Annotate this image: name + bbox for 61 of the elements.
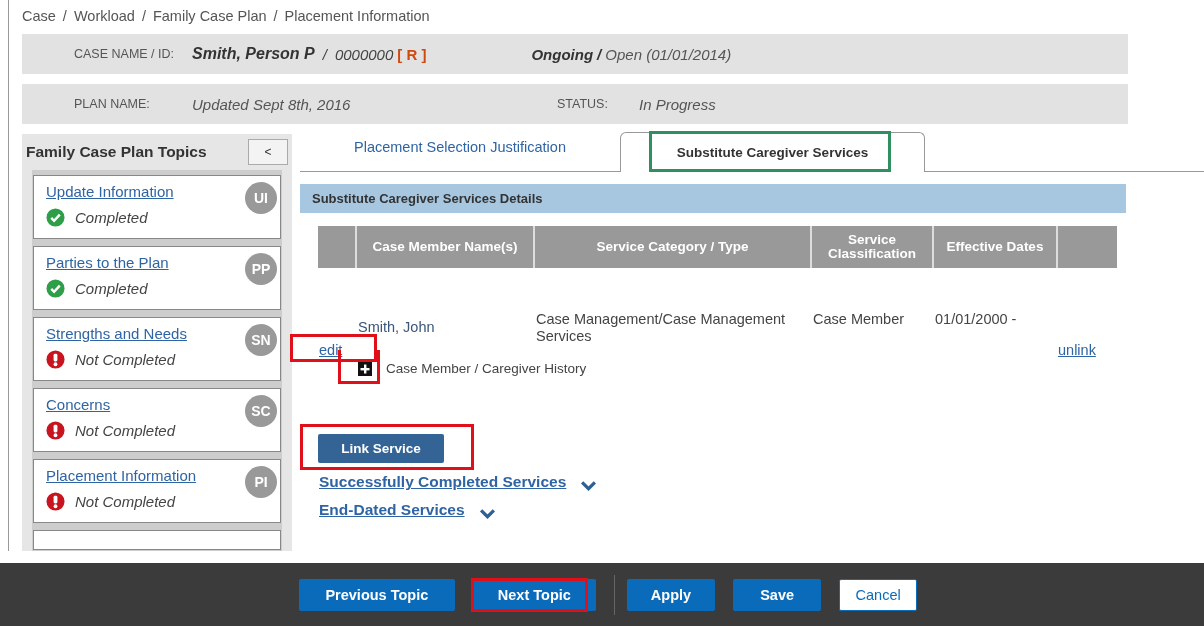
breadcrumb-separator: / bbox=[62, 8, 67, 24]
section-header: Substitute Caregiver Services Details bbox=[300, 184, 1126, 213]
topic-link[interactable]: Placement Information bbox=[46, 467, 197, 484]
topic-initials: UI bbox=[245, 182, 277, 214]
table-header-cell: Effective Dates bbox=[932, 226, 1056, 268]
topic-link[interactable]: Concerns bbox=[46, 396, 111, 413]
footer-button[interactable]: Save bbox=[733, 578, 822, 611]
table-cell: Smith, John bbox=[358, 319, 435, 335]
footer-button[interactable]: Apply bbox=[626, 578, 716, 611]
section-link[interactable]: End-Dated Services bbox=[319, 501, 465, 519]
table-cell: Case Management/Case Management Services bbox=[536, 311, 786, 344]
breadcrumb-item[interactable]: Workload bbox=[73, 8, 135, 24]
breadcrumb-item[interactable]: Placement Information bbox=[284, 8, 430, 24]
case-id: 0000000 bbox=[334, 45, 394, 63]
topic-initials: PP bbox=[245, 253, 277, 285]
case-name-label: CASE NAME / ID: bbox=[74, 47, 176, 61]
cancel-button[interactable]: Cancel bbox=[839, 578, 918, 611]
topic-initials: SC bbox=[245, 395, 277, 427]
history-label: Case Member / Caregiver History bbox=[386, 361, 587, 376]
table-cell: 01/01/2000 - bbox=[935, 311, 1017, 327]
topic-initials: PI bbox=[245, 466, 277, 498]
case-name: Smith, Person P bbox=[192, 45, 315, 63]
tab[interactable]: Placement Selection Justification bbox=[300, 134, 620, 172]
tab[interactable]: Substitute Caregiver Services bbox=[620, 132, 925, 172]
breadcrumb-item[interactable]: Case bbox=[22, 8, 56, 24]
topic-status: Not Completed bbox=[75, 422, 176, 439]
footer-button[interactable]: Next Topic bbox=[472, 578, 596, 611]
table-header-cell bbox=[318, 226, 355, 268]
topic-link[interactable]: Update Information bbox=[46, 183, 174, 200]
chevron-down-icon[interactable] bbox=[478, 507, 496, 519]
section-link[interactable]: Successfully Completed Services bbox=[319, 473, 567, 491]
topic-link[interactable]: Strengths and Needs bbox=[46, 325, 187, 342]
link-service-button[interactable]: Link Service bbox=[318, 434, 444, 463]
topic-link[interactable]: Parties to the Plan bbox=[46, 254, 169, 271]
case-stage: Ongoing bbox=[531, 45, 594, 63]
plan-status: In Progress bbox=[639, 95, 716, 113]
separator: / bbox=[322, 45, 327, 63]
breadcrumb-separator: / bbox=[273, 8, 278, 24]
sidebar-title: Family Case Plan Topics bbox=[26, 143, 207, 161]
table-header-cell: Service Classification bbox=[810, 226, 932, 268]
topic-status: Not Completed bbox=[75, 493, 176, 510]
table-cell: Case Member bbox=[813, 311, 905, 327]
footer-button[interactable]: Previous Topic bbox=[298, 578, 455, 611]
plan-name: Updated Sept 8th, 2016 bbox=[192, 95, 352, 113]
topic-initials: SN bbox=[245, 324, 277, 356]
table-header-cell: Service Category / Type bbox=[533, 226, 810, 268]
status-label: STATUS: bbox=[557, 97, 609, 111]
separator: / bbox=[597, 45, 602, 63]
topic-status: Completed bbox=[75, 209, 148, 226]
table-header-cell: Case Member Name(s) bbox=[355, 226, 533, 268]
chevron-down-icon[interactable] bbox=[580, 479, 598, 491]
breadcrumb-separator: / bbox=[141, 8, 146, 24]
case-status: Open (01/01/2014) bbox=[605, 45, 732, 63]
unlink-link[interactable]: unlink bbox=[1058, 342, 1096, 358]
record-marker-text: [ R ] bbox=[397, 45, 427, 63]
topic-status: Not Completed bbox=[75, 351, 176, 368]
breadcrumb-item[interactable]: Family Case Plan bbox=[152, 8, 267, 24]
plan-name-label: PLAN NAME: bbox=[74, 97, 151, 111]
collapse-button[interactable]: < bbox=[248, 139, 288, 165]
topic-status: Completed bbox=[75, 280, 148, 297]
table-header-cell bbox=[1056, 226, 1117, 268]
